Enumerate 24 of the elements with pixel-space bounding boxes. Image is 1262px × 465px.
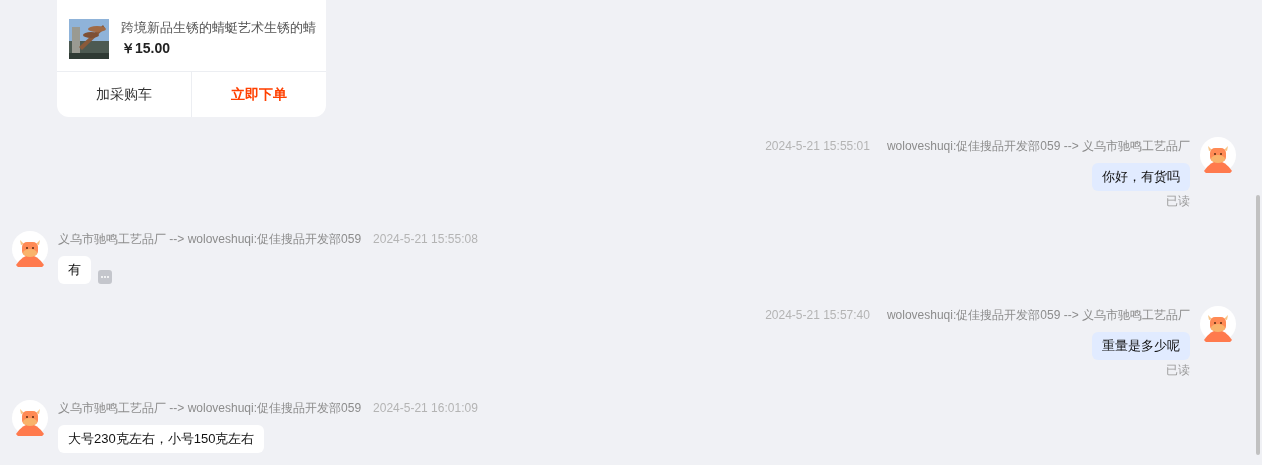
more-button[interactable] — [98, 270, 112, 284]
cow-avatar-icon — [12, 231, 48, 267]
message-bubble: 有 — [58, 256, 91, 284]
cow-avatar-icon — [12, 400, 48, 436]
card-action-button[interactable]: 加采购车 — [57, 72, 191, 117]
message-route: woloveshuqi:促佳搜品开发部059 --> 义乌市驰鸣工艺品厂 — [886, 138, 1190, 154]
read-status: 已读 — [1166, 193, 1190, 209]
message-time: 2024-5-21 16:01:09 — [373, 400, 478, 416]
cow-avatar-icon — [1200, 137, 1236, 173]
message-route: 义乌市驰鸣工艺品厂 --> woloveshuqi:促佳搜品开发部059 — [58, 400, 362, 416]
message-bubble: 重量是多少呢 — [1092, 332, 1190, 360]
message-time: 2024-5-21 15:57:40 — [765, 307, 870, 323]
message-route: 义乌市驰鸣工艺品厂 --> woloveshuqi:促佳搜品开发部059 — [58, 231, 362, 247]
product-price: ￥15.00 — [121, 39, 172, 57]
message-time: 2024-5-21 15:55:01 — [765, 138, 870, 154]
card-action-button[interactable]: 立即下单 — [191, 72, 326, 117]
scrollbar[interactable] — [1256, 195, 1260, 455]
cow-avatar-icon — [1200, 306, 1236, 342]
message-route: woloveshuqi:促佳搜品开发部059 --> 义乌市驰鸣工艺品厂 — [886, 307, 1190, 323]
product-name: 跨境新品生锈的蜻蜓艺术生锈的蜻 — [121, 19, 316, 37]
message-time: 2024-5-21 15:55:08 — [373, 231, 478, 247]
message-bubble: 大号230克左右，小号150克左右 — [58, 425, 265, 453]
message-bubble: 你好，有货吗 — [1092, 163, 1190, 191]
read-status: 已读 — [1166, 362, 1190, 378]
